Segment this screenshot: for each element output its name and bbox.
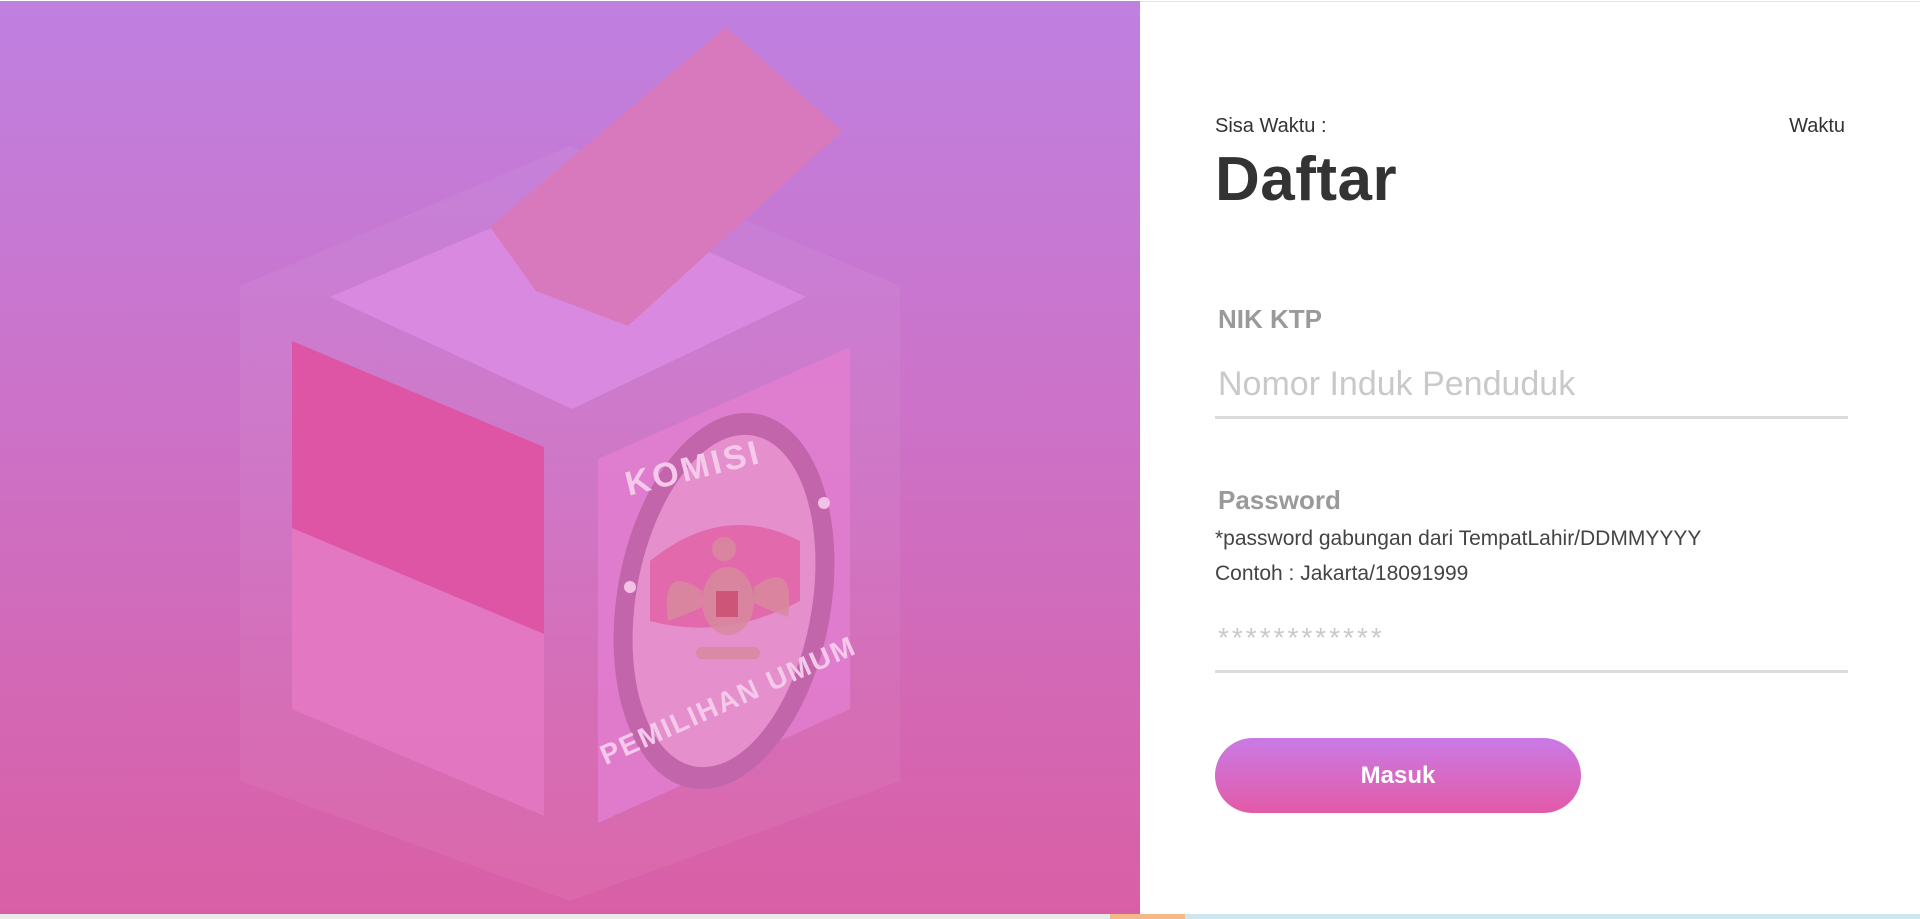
submit-button[interactable]: Masuk (1215, 738, 1581, 813)
nik-input[interactable] (1215, 352, 1848, 419)
password-label: Password (1218, 485, 1341, 515)
register-form-panel: Sisa Waktu : Waktu Daftar NIK KTP Passwo… (1140, 1, 1920, 915)
password-example: Contoh : Jakarta/18091999 (1215, 562, 1469, 585)
hero-panel: KOMISI PEMILIHAN UMUM (0, 1, 1140, 914)
ballot-box-illustration: KOMISI PEMILIHAN UMUM (240, 27, 900, 901)
timer-label: Sisa Waktu : (1215, 115, 1327, 137)
bottom-strip-segment (1185, 914, 1920, 919)
page-title: Daftar (1215, 145, 1398, 214)
password-input[interactable] (1215, 606, 1848, 673)
bottom-strip-segment (1110, 914, 1185, 919)
nik-label: NIK KTP (1218, 304, 1322, 334)
bottom-strip (0, 914, 1920, 919)
password-hint: *password gabungan dari TempatLahir/DDMM… (1215, 527, 1702, 550)
timer-value: Waktu (1789, 115, 1845, 137)
